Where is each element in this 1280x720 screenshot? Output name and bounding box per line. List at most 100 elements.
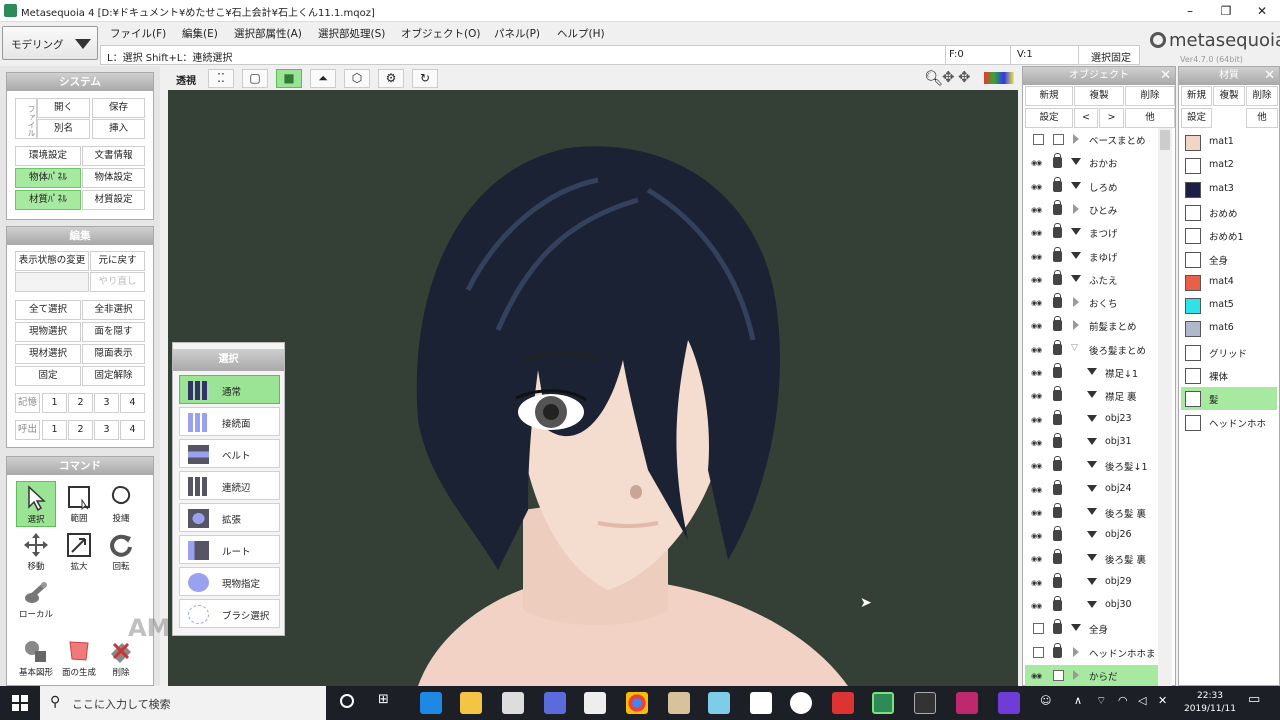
scale-tool[interactable]: 拡大 bbox=[59, 529, 99, 575]
eye-icon[interactable]: ◉◉ bbox=[1031, 159, 1047, 167]
object-row[interactable]: ◉◉ obj31 bbox=[1025, 432, 1161, 455]
select-connected-face-option[interactable]: 接続面 bbox=[179, 407, 280, 436]
eye-icon[interactable]: ◉◉ bbox=[1031, 253, 1047, 261]
network-icon[interactable]: ⌔ bbox=[1096, 694, 1106, 708]
eye-icon[interactable]: ◉◉ bbox=[1031, 462, 1047, 470]
mode-dropdown[interactable]: モデリング bbox=[2, 26, 98, 60]
lock-icon[interactable] bbox=[1053, 153, 1062, 169]
object-row[interactable]: ◉◉ おくち bbox=[1025, 292, 1161, 315]
object-row[interactable]: ◉◉ obj26 bbox=[1025, 525, 1161, 548]
material-row[interactable]: 裸体 bbox=[1181, 364, 1277, 387]
env-settings-button[interactable]: 環境設定 bbox=[15, 146, 81, 166]
object-row[interactable]: ◉◉ ふたえ bbox=[1025, 269, 1161, 292]
notification-icon[interactable]: ▭ bbox=[1248, 692, 1260, 707]
taskbar-search[interactable]: ⚲ ここに入力して検索 bbox=[40, 686, 326, 720]
new-material-button[interactable]: 新規 bbox=[1181, 86, 1212, 106]
select-brush-option[interactable]: ブラシ選択 bbox=[179, 599, 280, 628]
eye-icon[interactable]: ◉◉ bbox=[1031, 416, 1047, 424]
eye-icon[interactable]: ◉◉ bbox=[1031, 532, 1047, 540]
expanded-arrow-icon[interactable] bbox=[1087, 507, 1097, 515]
object-row[interactable]: ◉◉ 後ろ髪 裏 bbox=[1025, 548, 1161, 571]
material-row[interactable]: グリッド bbox=[1181, 341, 1277, 364]
lock-icon[interactable] bbox=[1053, 176, 1062, 192]
doc-info-button[interactable]: 文書情報 bbox=[82, 146, 145, 166]
object-row[interactable]: ◉◉ 後ろ髪↓1 bbox=[1025, 455, 1161, 478]
lasso-tool[interactable]: 投縄 bbox=[101, 481, 141, 527]
view-state-button[interactable]: 表示状態の変更 bbox=[15, 251, 89, 271]
close-icon[interactable]: ✕ bbox=[1264, 67, 1275, 85]
object-row[interactable]: ◉◉ obj29 bbox=[1025, 572, 1161, 595]
record-icon[interactable] bbox=[832, 692, 854, 714]
recall-slot-2[interactable]: 2 bbox=[68, 420, 93, 440]
unfix-button[interactable]: 固定解除 bbox=[82, 366, 145, 386]
eye-icon[interactable]: ◉◉ bbox=[1031, 579, 1047, 587]
clock[interactable]: 22:33 2019/11/11 bbox=[1180, 690, 1240, 716]
next-object-button[interactable]: > bbox=[1099, 108, 1124, 128]
menu-selection-attr[interactable]: 選択部属性(A) bbox=[234, 26, 302, 41]
material-row[interactable]: 髪 bbox=[1181, 387, 1277, 411]
selection-lock-button[interactable]: 選択固定 bbox=[1091, 49, 1131, 64]
media-icon[interactable] bbox=[790, 692, 812, 714]
minimize-button[interactable]: – bbox=[1172, 0, 1208, 22]
material-other-button[interactable]: 他 bbox=[1246, 108, 1278, 128]
insert-button[interactable]: 挿入 bbox=[92, 119, 145, 139]
color-palette-icon[interactable] bbox=[984, 72, 1014, 84]
object-other-button[interactable]: 他 bbox=[1125, 108, 1175, 128]
expanded-arrow-icon[interactable] bbox=[1071, 251, 1081, 259]
expanded-arrow-icon[interactable] bbox=[1087, 484, 1097, 492]
task-view-icon[interactable]: ⊞ bbox=[378, 692, 389, 707]
object-row[interactable]: ◉◉ 前髪まとめ bbox=[1025, 315, 1161, 338]
select-tool[interactable]: 選択 bbox=[16, 481, 56, 527]
people-icon[interactable]: ☺ bbox=[1040, 694, 1051, 707]
explorer-icon[interactable] bbox=[460, 692, 482, 714]
lock-icon[interactable] bbox=[1053, 199, 1062, 215]
range-tool[interactable]: 範囲 bbox=[59, 481, 99, 527]
recall-slot-3[interactable]: 3 bbox=[94, 420, 119, 440]
select-current-object-option[interactable]: 現物指定 bbox=[179, 567, 280, 596]
hide-face-button[interactable]: 面を隠す bbox=[82, 322, 145, 342]
eye-icon[interactable]: ◉◉ bbox=[1031, 229, 1047, 237]
object-list-scrollbar[interactable] bbox=[1158, 128, 1172, 686]
object-panel-toggle[interactable]: 物体ﾊﾟﾈﾙ bbox=[15, 168, 81, 188]
select-normal-option[interactable]: 通常 bbox=[179, 375, 280, 404]
perspective-toggle[interactable]: ⏶ bbox=[310, 69, 336, 88]
create-face-tool[interactable]: 面の生成 bbox=[59, 635, 99, 681]
select-loop-edge-option[interactable]: 連続辺 bbox=[179, 471, 280, 500]
menu-help[interactable]: ヘルプ(H) bbox=[557, 26, 605, 41]
undo-button[interactable]: 元に戻す bbox=[90, 251, 145, 271]
eye-icon[interactable]: ◉◉ bbox=[1031, 276, 1047, 284]
move-tool[interactable]: 移動 bbox=[16, 529, 56, 575]
material-panel-toggle[interactable]: 材質ﾊﾟﾈﾙ bbox=[15, 190, 81, 210]
memory-slot-4[interactable]: 4 bbox=[120, 393, 145, 413]
eye-icon[interactable]: ◉◉ bbox=[1031, 392, 1047, 400]
ime-icon[interactable]: ✕ bbox=[1158, 694, 1167, 707]
open-arrow-icon[interactable]: ▽ bbox=[1071, 343, 1078, 353]
pen-icon[interactable] bbox=[708, 692, 730, 714]
lock-icon[interactable] bbox=[1053, 386, 1062, 402]
eye-icon[interactable]: ◉◉ bbox=[1031, 486, 1047, 494]
material-settings-button[interactable]: 設定 bbox=[1181, 108, 1212, 128]
paint-icon[interactable] bbox=[750, 692, 772, 714]
delete-object-button[interactable]: 削除 bbox=[1125, 86, 1175, 106]
app-icon[interactable] bbox=[544, 692, 566, 714]
material-row[interactable]: おめめ bbox=[1181, 201, 1277, 224]
object-row[interactable]: ヘッドンホホま bbox=[1025, 642, 1161, 665]
lock-icon[interactable] bbox=[1053, 502, 1062, 518]
lock-icon[interactable] bbox=[1053, 316, 1062, 332]
eye-icon[interactable]: ◉◉ bbox=[1031, 322, 1047, 330]
expanded-arrow-icon[interactable] bbox=[1087, 437, 1097, 445]
lock-icon[interactable] bbox=[1053, 642, 1062, 658]
app-purple-icon[interactable] bbox=[998, 692, 1020, 714]
save-button[interactable]: 保存 bbox=[92, 98, 145, 118]
expanded-arrow-icon[interactable] bbox=[1071, 158, 1081, 166]
lock-icon[interactable] bbox=[1053, 363, 1062, 378]
object-row[interactable]: ◉◉ まつげ bbox=[1025, 222, 1161, 245]
material-row[interactable]: mat5 bbox=[1181, 294, 1277, 317]
expanded-arrow-icon[interactable] bbox=[1071, 181, 1081, 189]
collapsed-arrow-icon[interactable] bbox=[1073, 320, 1079, 331]
menu-selection-process[interactable]: 選択部処理(S) bbox=[318, 26, 385, 41]
menu-object[interactable]: オブジェクト(O) bbox=[401, 26, 480, 41]
expanded-arrow-icon[interactable] bbox=[1071, 274, 1081, 282]
menu-panel[interactable]: パネル(P) bbox=[494, 26, 540, 41]
collapsed-arrow-icon[interactable] bbox=[1073, 203, 1079, 214]
